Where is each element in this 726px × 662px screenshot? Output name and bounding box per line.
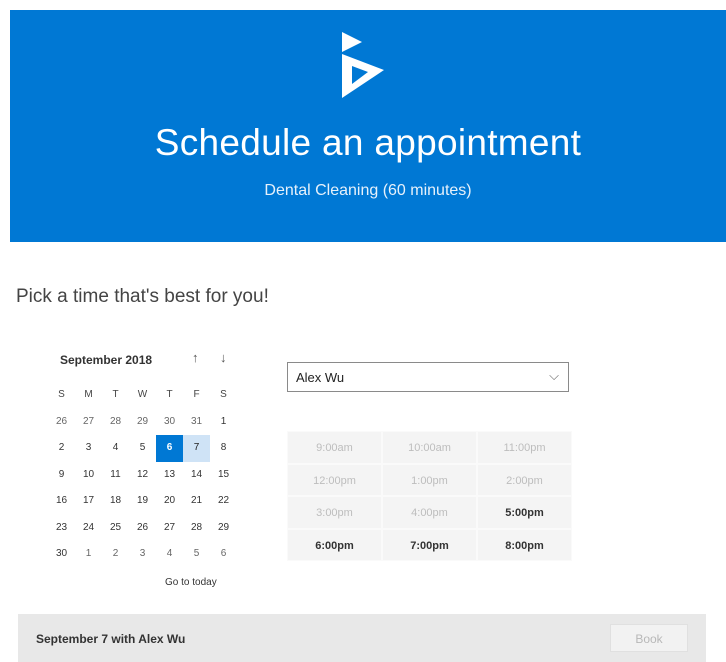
calendar-day[interactable]: 26 — [129, 515, 156, 542]
calendar-day-selected[interactable]: 7 — [183, 435, 210, 462]
calendar-day[interactable]: 20 — [156, 488, 183, 515]
calendar-day[interactable]: 19 — [129, 488, 156, 515]
time-slot-unavailable: 10:00am — [382, 431, 477, 464]
staff-dropdown[interactable]: Alex Wu ⌵ — [287, 362, 569, 392]
service-subtitle: Dental Cleaning (60 minutes) — [264, 182, 472, 199]
calendar-day[interactable]: 24 — [75, 515, 102, 542]
time-slot-available[interactable]: 6:00pm — [287, 528, 382, 561]
calendar-day[interactable]: 21 — [183, 488, 210, 515]
calendar-day[interactable]: 3 — [129, 541, 156, 568]
header-banner: Schedule an appointment Dental Cleaning … — [10, 10, 726, 242]
time-slot-unavailable: 9:00am — [287, 431, 382, 464]
calendar-day[interactable]: 30 — [48, 541, 75, 568]
date-picker: September 2018 ↑ ↓ S M T W T F S 26 27 28 29 30 31 1 2… — [48, 350, 248, 588]
month-label: September 2018 — [60, 353, 153, 367]
time-slot-grid: 9:00am 10:00am 11:00pm 12:00pm 1:00pm 2:00pm 3… — [287, 431, 572, 561]
weekday-label: S — [220, 389, 227, 400]
calendar-day[interactable]: 26 — [48, 409, 75, 436]
calendar-day[interactable]: 31 — [183, 409, 210, 436]
calendar-day[interactable]: 2 — [102, 541, 129, 568]
time-slot-available[interactable]: 5:00pm — [477, 496, 572, 529]
scheduler-page: Schedule an appointment Dental Cleaning … — [10, 10, 726, 662]
page-title: Schedule an appointment — [154, 122, 582, 163]
calendar-day[interactable]: 11 — [102, 462, 129, 489]
calendar-day[interactable]: 27 — [75, 409, 102, 436]
calendar-grid: S M T W T F S 26 27 28 29 30 31 1 2 3 4 5 6 7 8 9 10 11 12 13 14 15… — [48, 382, 237, 568]
calendar-day[interactable]: 8 — [210, 435, 237, 462]
go-to-today-link[interactable]: Go to today — [165, 577, 217, 588]
time-slot-unavailable: 11:00pm — [477, 431, 572, 464]
calendar-day[interactable]: 9 — [48, 462, 75, 489]
calendar-day[interactable]: 18 — [102, 488, 129, 515]
calendar-day[interactable]: 29 — [129, 409, 156, 436]
weekday-label: F — [193, 389, 200, 400]
calendar-day[interactable]: 4 — [156, 541, 183, 568]
time-slot-unavailable: 1:00pm — [382, 463, 477, 496]
book-button[interactable]: Book — [610, 624, 688, 652]
calendar-day[interactable]: 25 — [102, 515, 129, 542]
calendar-day[interactable]: 1 — [75, 541, 102, 568]
weekday-label: W — [137, 389, 148, 400]
calendar-day[interactable]: 10 — [75, 462, 102, 489]
pick-time-prompt: Pick a time that's best for you! — [16, 286, 269, 307]
calendar-day-today[interactable]: 6 — [156, 435, 183, 462]
calendar-day[interactable]: 5 — [129, 435, 156, 462]
calendar-day[interactable]: 1 — [210, 409, 237, 436]
time-slot-available[interactable]: 8:00pm — [477, 528, 572, 561]
calendar-day[interactable]: 16 — [48, 488, 75, 515]
staff-selected-value: Alex Wu — [296, 370, 345, 385]
calendar-day[interactable]: 17 — [75, 488, 102, 515]
calendar-day[interactable]: 3 — [75, 435, 102, 462]
weekday-label: S — [58, 389, 65, 400]
weekday-label: T — [166, 389, 173, 400]
calendar-day[interactable]: 4 — [102, 435, 129, 462]
calendar-day[interactable]: 13 — [156, 462, 183, 489]
calendar-day[interactable]: 29 — [210, 515, 237, 542]
booking-summary: September 7 with Alex Wu — [36, 632, 186, 646]
arrow-down-icon[interactable]: ↓ — [220, 350, 227, 365]
calendar-day[interactable]: 28 — [183, 515, 210, 542]
booking-footer: September 7 with Alex Wu Book — [18, 614, 706, 662]
time-slot-unavailable: 4:00pm — [382, 496, 477, 529]
weekday-label: M — [84, 389, 93, 400]
calendar-day[interactable]: 2 — [48, 435, 75, 462]
calendar-day[interactable]: 12 — [129, 462, 156, 489]
calendar-day[interactable]: 30 — [156, 409, 183, 436]
calendar-day[interactable]: 22 — [210, 488, 237, 515]
calendar-day[interactable]: 14 — [183, 462, 210, 489]
chevron-down-icon: ⌵ — [549, 368, 559, 383]
time-slot-available[interactable]: 7:00pm — [382, 528, 477, 561]
calendar-header: September 2018 ↑ ↓ — [48, 350, 248, 372]
time-slot-unavailable: 3:00pm — [287, 496, 382, 529]
calendar-day[interactable]: 28 — [102, 409, 129, 436]
time-slot-unavailable: 2:00pm — [477, 463, 572, 496]
dynamics-logo-icon — [342, 32, 384, 98]
calendar-day[interactable]: 6 — [210, 541, 237, 568]
calendar-day[interactable]: 27 — [156, 515, 183, 542]
time-slot-unavailable: 12:00pm — [287, 463, 382, 496]
weekday-label: T — [112, 389, 119, 400]
calendar-day[interactable]: 23 — [48, 515, 75, 542]
arrow-up-icon[interactable]: ↑ — [192, 350, 199, 365]
calendar-day[interactable]: 5 — [183, 541, 210, 568]
calendar-day[interactable]: 15 — [210, 462, 237, 489]
